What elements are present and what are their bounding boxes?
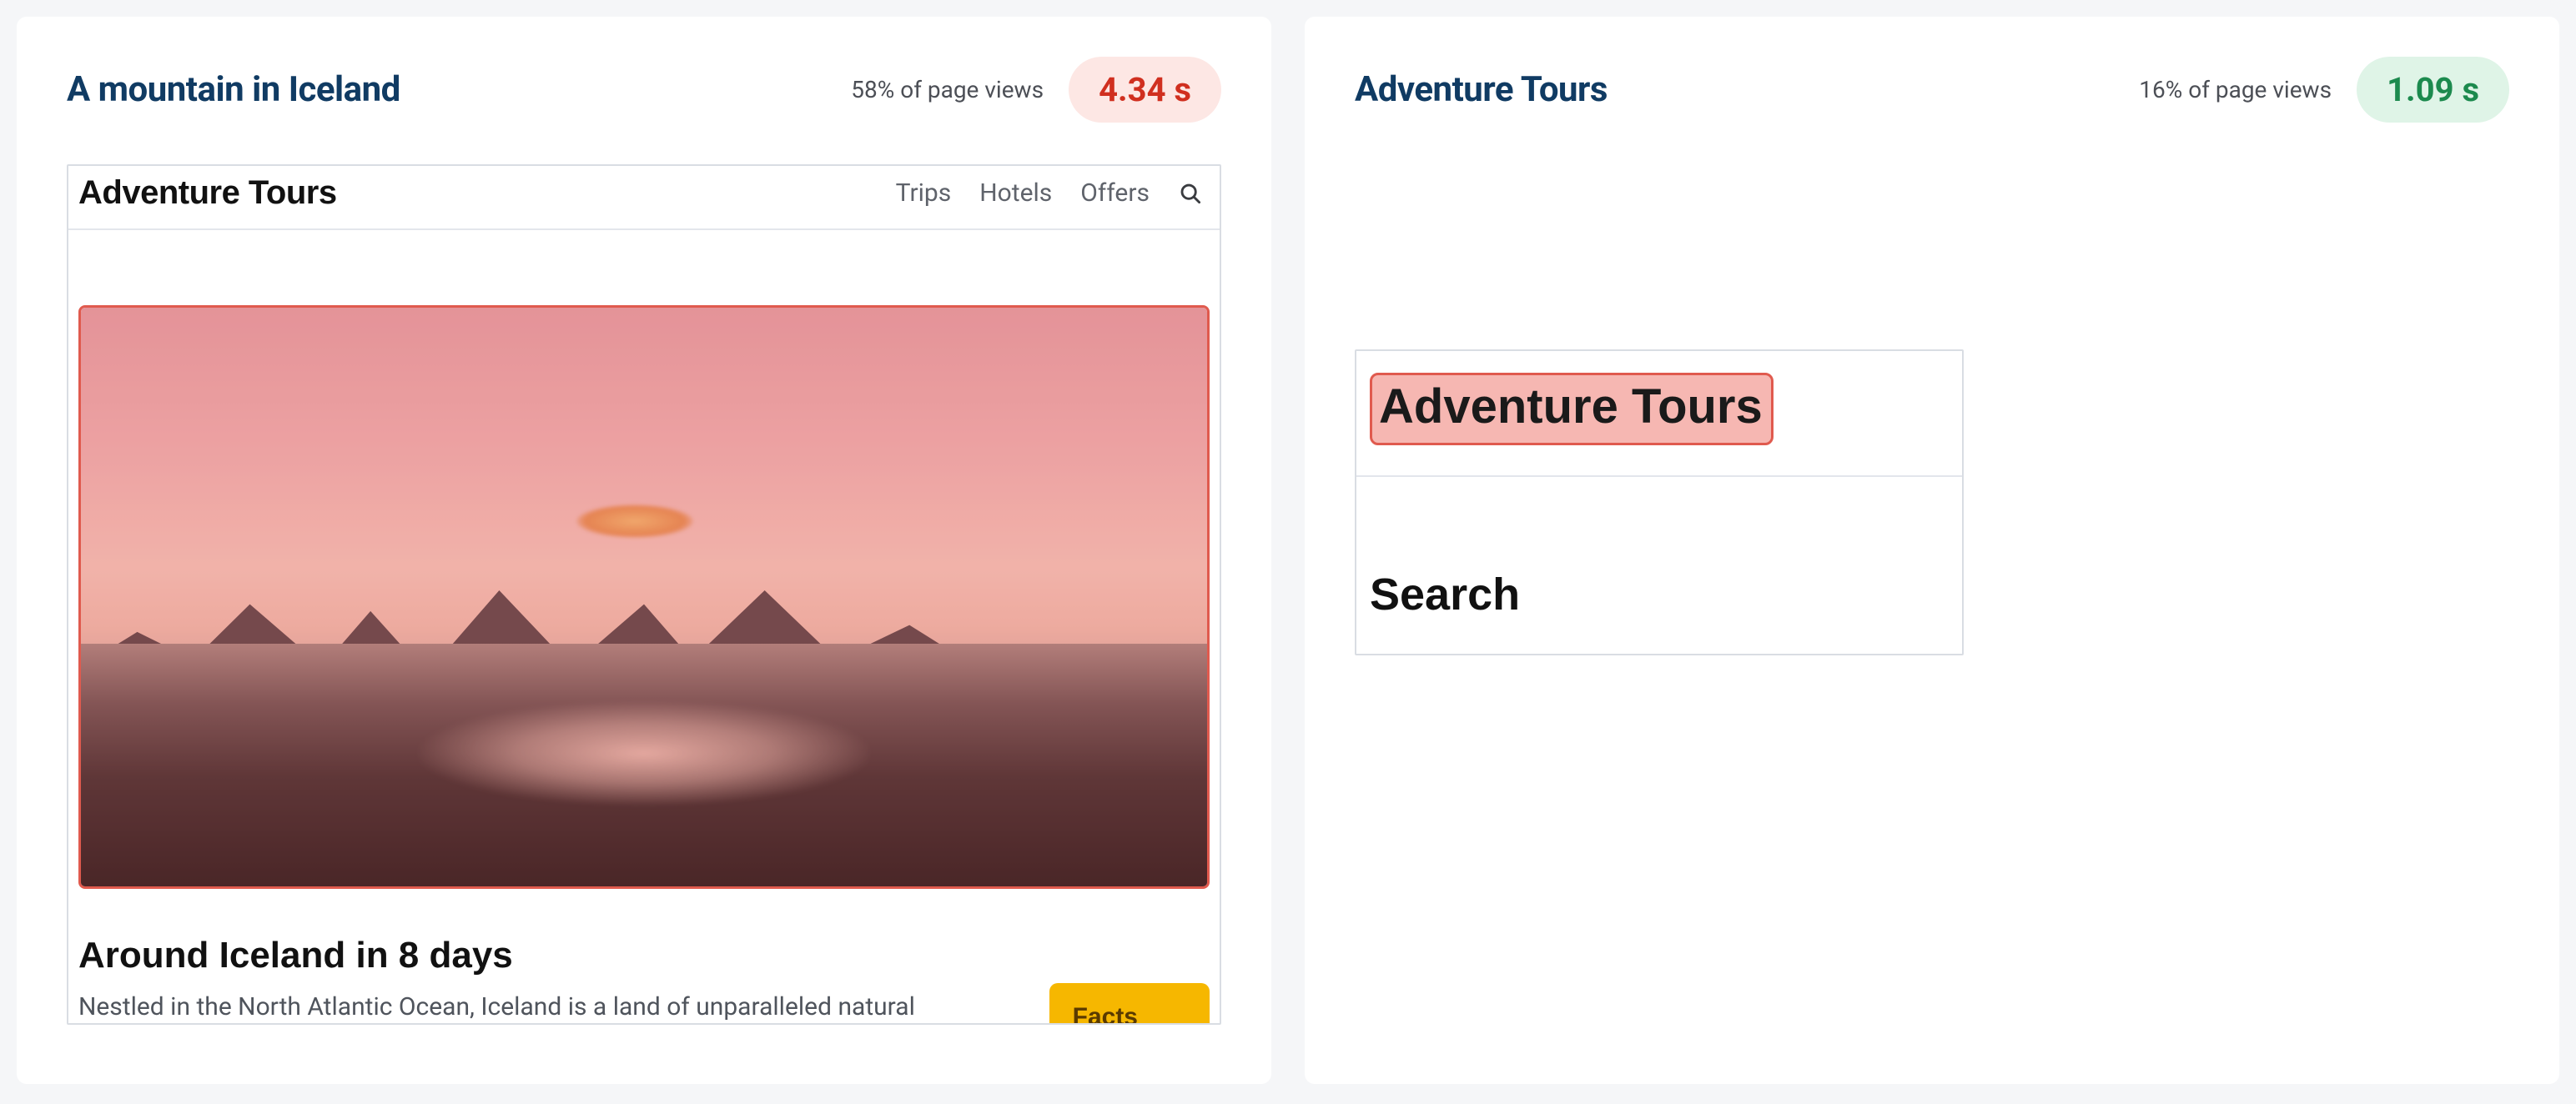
nav-link-trips[interactable]: Trips bbox=[896, 178, 952, 208]
lcp-element-highlight: Adventure Tours bbox=[1370, 373, 1774, 445]
preview-topbar: Adventure Tours Trips Hotels Offers bbox=[68, 166, 1220, 230]
card-title: Adventure Tours bbox=[1355, 69, 1607, 110]
search-heading: Search bbox=[1370, 570, 1520, 620]
article-desc: Nestled in the North Atlantic Ocean, Ice… bbox=[78, 991, 961, 1023]
lcp-metric-badge: 4.34 s bbox=[1069, 57, 1221, 123]
article-title: Around Iceland in 8 days bbox=[78, 935, 1210, 976]
preview-article: Around Iceland in 8 days Nestled in the … bbox=[68, 889, 1220, 1023]
lcp-card-mountain: A mountain in Iceland 58% of page views … bbox=[17, 17, 1271, 1084]
preview-topbar: Adventure Tours bbox=[1356, 351, 1962, 477]
facts-chip[interactable]: Facts bbox=[1049, 983, 1210, 1025]
lcp-card-adventure-tours: Adventure Tours 16% of page views 1.09 s… bbox=[1305, 17, 2559, 1084]
nav-link-hotels[interactable]: Hotels bbox=[979, 178, 1052, 208]
card-header-right: 16% of page views 1.09 s bbox=[2139, 57, 2509, 123]
page-views-label: 16% of page views bbox=[2139, 76, 2332, 103]
lcp-element-highlight bbox=[78, 305, 1210, 889]
card-header-right: 58% of page views 4.34 s bbox=[851, 57, 1221, 123]
lcp-metric-badge: 1.09 s bbox=[2357, 57, 2509, 123]
card-header: Adventure Tours 16% of page views 1.09 s bbox=[1355, 57, 2509, 123]
nav-link-offers[interactable]: Offers bbox=[1080, 178, 1150, 208]
page-views-label: 58% of page views bbox=[851, 76, 1044, 103]
preview-hero-wrap bbox=[68, 230, 1220, 889]
preview-nav: Trips Hotels Offers bbox=[896, 178, 1203, 208]
page-preview: Adventure Tours Search bbox=[1355, 349, 1964, 655]
preview-brand: Adventure Tours bbox=[1379, 379, 1763, 434]
card-header: A mountain in Iceland 58% of page views … bbox=[67, 57, 1221, 123]
preview-body: Search bbox=[1356, 477, 1962, 654]
card-title: A mountain in Iceland bbox=[67, 69, 400, 110]
preview-brand: Adventure Tours bbox=[78, 174, 337, 212]
search-icon[interactable] bbox=[1178, 181, 1203, 206]
page-preview: Adventure Tours Trips Hotels Offers bbox=[67, 164, 1221, 1025]
